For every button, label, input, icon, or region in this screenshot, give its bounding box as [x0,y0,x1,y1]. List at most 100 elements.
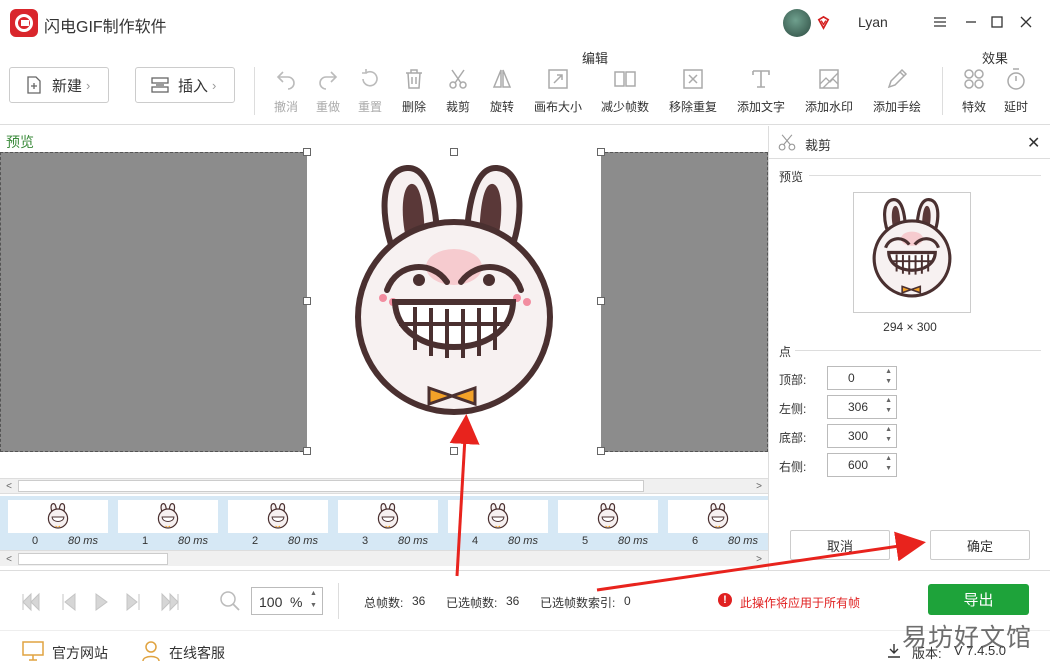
spin-down-icon[interactable]: ▼ [885,465,892,472]
delay-button[interactable]: 延时 [988,67,1044,115]
spin-down-icon[interactable]: ▼ [310,602,317,609]
new-button[interactable]: 新建 › [9,67,109,103]
frame-thumbnail [118,500,218,533]
left-input[interactable] [828,396,878,418]
right-input[interactable] [828,454,878,476]
insert-icon [151,77,169,93]
crop-handle[interactable] [450,148,458,156]
spin-up-icon[interactable]: ▲ [885,426,892,433]
new-button-label: 新建 [52,77,83,95]
rotate-button[interactable]: 旋转 [474,67,530,115]
confirm-button[interactable]: 确定 [930,530,1030,560]
top-label: 顶部: [779,373,807,387]
menu-button[interactable] [930,12,950,32]
play-icon[interactable] [88,589,114,615]
frame-duration: 80 ms [68,535,98,547]
preview-scrollbar[interactable]: < > [0,478,768,494]
online-support-link[interactable]: 在线客服 [169,643,225,663]
maximize-icon [991,16,1003,28]
crop-handle[interactable] [450,447,458,455]
spin-up-icon[interactable]: ▲ [310,590,317,597]
bottom-label: 底部: [779,431,807,445]
spin-up-icon[interactable]: ▲ [885,397,892,404]
frame-item[interactable]: 4 80 ms [444,498,552,548]
add-text-button[interactable]: 添加文字 [733,67,789,115]
insert-button[interactable]: 插入 › [135,67,235,103]
frame-item[interactable]: 3 80 ms [334,498,442,548]
frame-index: 2 [252,535,259,547]
scrollbar-thumb[interactable] [18,553,168,565]
spin-down-icon[interactable]: ▼ [885,378,892,385]
first-frame-icon[interactable] [18,589,44,615]
current-frame-image[interactable] [307,152,601,452]
selected-index-value: 0 [624,594,631,608]
maximize-button[interactable] [987,12,1007,32]
bunny-emoji-image [355,165,553,415]
bottom-input[interactable] [828,425,878,447]
app-window: 闪电GIF制作软件 Lyan 新建 › 插入 › 编辑 效果 撤消 重做 重置 … [0,0,1050,670]
export-button[interactable]: 导出 [928,584,1029,615]
zoom-stepper[interactable]: 100 % ▲ ▼ [251,587,323,615]
crop-handle[interactable] [303,297,311,305]
next-frame-icon[interactable] [121,589,147,615]
previous-frame-icon[interactable] [55,589,81,615]
redo-label: 重做 [315,100,340,114]
crop-preview-label: 预览 [779,170,804,184]
crop-label: 裁剪 [445,100,470,114]
reduce-frames-icon [614,71,636,87]
username[interactable]: Lyan [858,14,888,30]
frame-item[interactable]: 5 80 ms [554,498,662,548]
crop-handle[interactable] [597,148,605,156]
top-stepper[interactable]: ▲ ▼ [827,366,897,390]
frame-index: 0 [32,535,39,547]
frame-thumbnail [668,500,768,533]
download-icon[interactable] [886,643,902,659]
right-stepper[interactable]: ▲ ▼ [827,453,897,477]
minimize-icon [966,21,976,23]
scroll-left-icon[interactable]: < [1,552,17,566]
frame-item[interactable]: 6 80 ms [664,498,772,548]
remove-duplicate-button[interactable]: 移除重复 [665,67,721,115]
crop-preview-thumbnail [853,192,971,313]
close-button[interactable] [1016,12,1036,32]
playback-bar: 100 % ▲ ▼ 总帧数: 36 已选帧数: 36 已选帧数索引: 0 ! 此… [0,570,1050,630]
vip-diamond-icon[interactable] [816,15,831,30]
add-drawing-button[interactable]: 添加手绘 [869,67,925,115]
frame-item[interactable]: 0 80 ms [4,498,112,548]
crop-handle[interactable] [597,447,605,455]
bottom-stepper[interactable]: ▲ ▼ [827,424,897,448]
official-website-link[interactable]: 官方网站 [52,643,108,663]
add-watermark-button[interactable]: 添加水印 [801,67,857,115]
redo-icon [319,71,338,90]
cancel-button[interactable]: 取消 [790,530,890,560]
avatar[interactable] [783,9,811,37]
spin-up-icon[interactable]: ▲ [885,455,892,462]
timer-icon [1007,68,1025,90]
frame-thumbnail [8,500,108,533]
scroll-left-icon[interactable]: < [1,479,17,493]
reduce-frames-button[interactable]: 减少帧数 [597,67,653,115]
spin-down-icon[interactable]: ▼ [885,436,892,443]
selected-frames-label: 已选帧数: [446,596,498,610]
crop-handle[interactable] [303,148,311,156]
spin-up-icon[interactable]: ▲ [885,368,892,375]
zoom-icon [220,591,240,611]
crop-handle[interactable] [597,297,605,305]
delay-label: 延时 [1003,100,1028,114]
frames-scrollbar[interactable]: < > [0,550,768,566]
scroll-right-icon[interactable]: > [751,552,767,566]
left-stepper[interactable]: ▲ ▼ [827,395,897,419]
minimize-button[interactable] [961,12,981,32]
frame-item[interactable]: 1 80 ms [114,498,222,548]
scroll-right-icon[interactable]: > [751,479,767,493]
warning-icon: ! [718,593,732,607]
scrollbar-thumb[interactable] [18,480,644,492]
spin-down-icon[interactable]: ▼ [885,407,892,414]
warning-text: 此操作将应用于所有帧 [740,596,861,610]
top-input[interactable] [828,367,878,389]
frame-item[interactable]: 2 80 ms [224,498,332,548]
canvas-size-button[interactable]: 画布大小 [530,67,586,115]
last-frame-icon[interactable] [157,589,183,615]
crop-handle[interactable] [303,447,311,455]
panel-close-icon[interactable]: ✕ [1027,133,1040,153]
